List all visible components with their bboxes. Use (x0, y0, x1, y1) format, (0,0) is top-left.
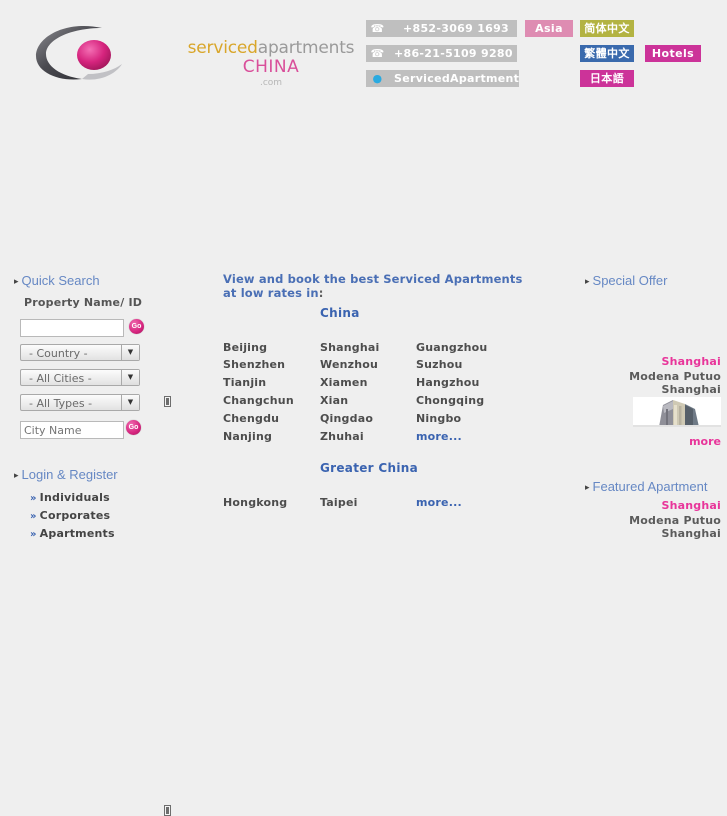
sidebar-item-individuals[interactable]: » Individuals (30, 491, 110, 504)
special-offer-city: Shanghai (661, 355, 721, 368)
chevron-right-icon: » (30, 529, 37, 540)
chevron-down-icon: ▼ (121, 395, 139, 410)
city-link[interactable]: Nanjing (223, 430, 272, 443)
featured-apartment-property-name[interactable]: Modena Putuo Shanghai (581, 514, 721, 540)
contact-phone-cn[interactable]: ☎ +86-21-5109 9280 (366, 45, 517, 62)
brand-china: CHINA (242, 56, 300, 77)
contact-skype[interactable]: ● ServicedApartment (366, 70, 519, 87)
sidebar-item-individuals-label: Individuals (39, 491, 110, 504)
sidebar-item-apartments-label: Apartments (39, 527, 115, 540)
building-photo (633, 397, 721, 427)
city-link[interactable]: Beijing (223, 341, 267, 354)
brand-apartments: apartments (257, 38, 355, 58)
hotels-button[interactable]: Hotels (645, 45, 701, 62)
property-name-input[interactable] (20, 319, 124, 337)
telephone-icon: ☎ (370, 47, 385, 60)
quick-search-heading[interactable]: ▸ Quick Search (14, 273, 100, 288)
missing-image-glyph (164, 805, 171, 816)
site-logo[interactable]: servicedapartments CHINA .com (30, 18, 355, 88)
contact-skype-label: ServicedApartment (394, 72, 520, 85)
special-offer-heading-label: Special Offer (592, 273, 668, 288)
region-title-china: China (320, 306, 360, 320)
city-link[interactable]: Xian (320, 394, 348, 407)
featured-apartment-heading-label: Featured Apartment (592, 479, 708, 494)
chevron-right-icon: ▸ (14, 276, 19, 286)
lang-traditional-chinese[interactable]: 繁體中文 (580, 45, 634, 62)
city-search-go-button[interactable]: Go (126, 420, 141, 435)
special-offer-property-name[interactable]: Modena Putuo Shanghai (581, 370, 721, 396)
city-link[interactable]: Shenzhen (223, 358, 285, 371)
chevron-right-icon: ▸ (585, 276, 590, 286)
login-register-heading-label: Login & Register (21, 467, 118, 482)
sidebar-item-apartments[interactable]: » Apartments (30, 527, 115, 540)
brand-serviced: serviced (187, 38, 258, 58)
contact-phone-hk[interactable]: ☎ +852-3069 1693 (366, 20, 517, 37)
chevron-right-icon: ▸ (585, 482, 590, 492)
chevron-right-icon: ▸ (14, 470, 19, 480)
chevron-right-icon: » (30, 493, 37, 504)
city-link[interactable]: Hongkong (223, 496, 287, 509)
city-link[interactable]: Suzhou (416, 358, 463, 371)
type-select-value: - All Types - (29, 397, 93, 410)
main-content: ▸ Quick Search Property Name/ ID Go - Cou… (0, 268, 727, 816)
skype-icon: ● (372, 72, 383, 85)
missing-image-glyph (164, 396, 171, 407)
city-link[interactable]: Wenzhou (320, 358, 378, 371)
city-select-value: - All Cities - (29, 372, 92, 385)
city-select[interactable]: - All Cities - ▼ (20, 369, 140, 386)
quick-search-heading-label: Quick Search (21, 273, 100, 288)
login-register-heading[interactable]: ▸ Login & Register (14, 467, 118, 482)
property-name-label: Property Name/ ID (24, 296, 143, 309)
city-link[interactable]: Chengdu (223, 412, 279, 425)
city-link[interactable]: Qingdao (320, 412, 373, 425)
city-link[interactable]: Ningbo (416, 412, 461, 425)
sidebar-item-corporates[interactable]: » Corporates (30, 509, 110, 522)
city-link[interactable]: Guangzhou (416, 341, 487, 354)
featured-apartment-city: Shanghai (661, 499, 721, 512)
special-offer-thumbnail[interactable] (633, 397, 721, 427)
city-link[interactable]: Tianjin (223, 376, 266, 389)
brand-com: .com (259, 77, 283, 88)
telephone-icon: ☎ (370, 22, 385, 35)
more-cities-greater-china-link[interactable]: more... (416, 496, 462, 509)
country-select[interactable]: - Country - ▼ (20, 344, 140, 361)
city-link[interactable]: Chongqing (416, 394, 484, 407)
page-title-main: View and book the best Serviced Apartmen… (223, 272, 523, 300)
banner-area (0, 96, 727, 268)
lang-simplified-chinese[interactable]: 简体中文 (580, 20, 634, 37)
city-link[interactable]: Taipei (320, 496, 358, 509)
property-search-go-button[interactable]: Go (129, 319, 144, 334)
city-link[interactable]: Hangzhou (416, 376, 480, 389)
logo-crescent-icon (36, 26, 122, 80)
lang-japanese[interactable]: 日本語 (580, 70, 634, 87)
city-link[interactable]: Shanghai (320, 341, 380, 354)
special-offer-heading[interactable]: ▸ Special Offer (585, 273, 667, 288)
city-link[interactable]: Xiamen (320, 376, 368, 389)
contact-phone-hk-label: +852-3069 1693 (403, 22, 510, 35)
country-select-value: - Country - (29, 347, 88, 360)
site-header: servicedapartments CHINA .com ☎ +852-3069… (0, 0, 727, 96)
page-title-tail: : (318, 286, 324, 300)
chevron-right-icon: » (30, 511, 37, 522)
chevron-down-icon: ▼ (121, 345, 139, 360)
city-link[interactable]: Changchun (223, 394, 294, 407)
city-link[interactable]: Zhuhai (320, 430, 364, 443)
chevron-down-icon: ▼ (121, 370, 139, 385)
contact-phone-cn-label: +86-21-5109 9280 (394, 47, 513, 60)
featured-apartment-heading[interactable]: ▸ Featured Apartment (585, 479, 707, 494)
sidebar-item-corporates-label: Corporates (39, 509, 111, 522)
region-title-greater-china: Greater China (320, 461, 418, 475)
page-title: View and book the best Serviced Apartmen… (223, 272, 523, 300)
brand-wordmark: servicedapartments CHINA .com (156, 38, 386, 88)
special-offer-more-link[interactable]: more (689, 435, 721, 448)
type-select[interactable]: - All Types - ▼ (20, 394, 140, 411)
city-name-input[interactable] (20, 421, 124, 439)
more-cities-china-link[interactable]: more... (416, 430, 462, 443)
region-selector-asia[interactable]: Asia (525, 20, 573, 37)
